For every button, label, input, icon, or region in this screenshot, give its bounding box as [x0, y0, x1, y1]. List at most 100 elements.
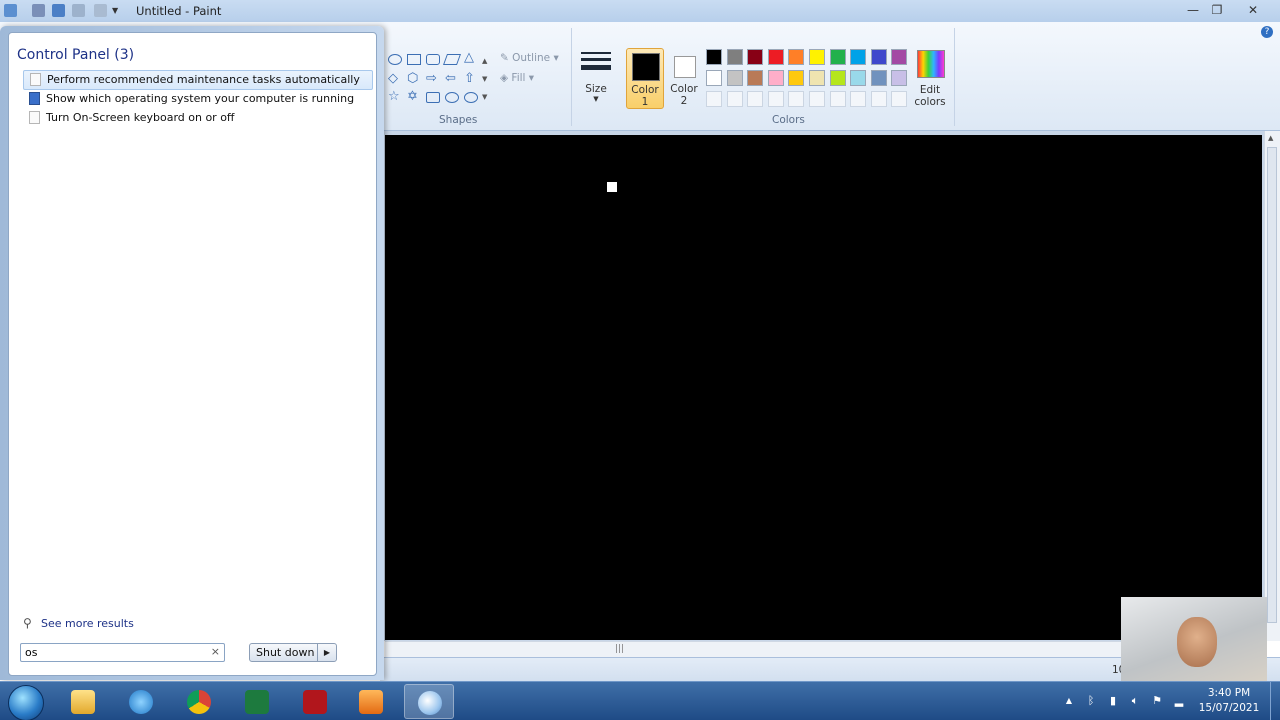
palette-custom-empty-swatch[interactable] — [870, 91, 887, 107]
paint-title-bar: ▼ Untitled - Paint — ❐ ✕ — [0, 0, 1280, 23]
taskbar-windows-explorer[interactable] — [58, 684, 108, 719]
drawing-canvas[interactable] — [385, 135, 1262, 640]
rectangle-shape-icon[interactable] — [407, 54, 421, 65]
volume-icon[interactable]: 🔈︎ — [1128, 694, 1142, 708]
outline-label: Outline — [512, 52, 551, 64]
search-result-os-info[interactable]: Show which operating system your compute… — [23, 90, 371, 108]
palette-custom-empty-swatch[interactable] — [767, 91, 784, 107]
palette-color-swatch[interactable] — [726, 70, 743, 86]
palette-custom-empty-swatch[interactable] — [726, 91, 743, 107]
color2-label: Color 2 — [670, 83, 698, 107]
callout-oval-shape-icon[interactable] — [445, 92, 459, 103]
shapes-gallery-scroll[interactable]: ▲ ▼ ▼ — [482, 52, 491, 108]
triangle-shape-icon[interactable]: △ — [464, 51, 478, 64]
palette-color-swatch[interactable] — [829, 49, 846, 65]
right-arrow-shape-icon[interactable]: ⇨ — [426, 72, 440, 85]
action-center-icon[interactable]: ⚑ — [1150, 694, 1164, 708]
palette-color-swatch[interactable] — [870, 70, 887, 86]
palette-color-swatch[interactable] — [726, 49, 743, 65]
palette-custom-empty-swatch[interactable] — [829, 91, 846, 107]
palette-color-swatch[interactable] — [706, 70, 722, 86]
palette-color-swatch[interactable] — [891, 49, 908, 65]
polygon-shape-icon[interactable] — [442, 54, 462, 65]
results-category-header[interactable]: Control Panel (3) — [17, 47, 134, 63]
palette-color-swatch[interactable] — [788, 70, 805, 86]
palette-color-swatch[interactable] — [747, 70, 764, 86]
palette-color-swatch[interactable] — [850, 49, 867, 65]
palette-color-swatch[interactable] — [767, 70, 784, 86]
palette-color-swatch[interactable] — [829, 70, 846, 86]
palette-custom-empty-swatch[interactable] — [788, 91, 805, 107]
minimize-button[interactable]: — — [1180, 1, 1206, 19]
clear-search-icon[interactable]: × — [211, 645, 220, 658]
clock-date: 15/07/2021 — [1198, 702, 1260, 714]
palette-custom-empty-swatch[interactable] — [706, 91, 722, 107]
search-result-onscreen-keyboard[interactable]: Turn On-Screen keyboard on or off — [23, 109, 371, 127]
palette-color-swatch[interactable] — [809, 70, 825, 86]
help-icon[interactable]: ? — [1261, 26, 1273, 38]
star-shape-icon[interactable]: ☆ — [388, 90, 402, 103]
oval-shape-icon[interactable] — [388, 54, 402, 65]
taskbar-chrome[interactable] — [174, 684, 224, 719]
palette-custom-empty-swatch[interactable] — [891, 91, 908, 107]
hexagon-shape-icon[interactable]: ⬡ — [407, 72, 421, 85]
start-search-box[interactable]: × — [20, 643, 225, 662]
palette-color-swatch[interactable] — [706, 49, 722, 65]
scroll-up-arrow-icon[interactable]: ▲ — [1268, 134, 1273, 142]
palette-color-swatch[interactable] — [767, 49, 784, 65]
palette-color-swatch[interactable] — [870, 49, 887, 65]
size-line-thick-icon — [581, 65, 611, 70]
shutdown-options-arrow-icon[interactable]: ▶ — [317, 644, 336, 661]
shutdown-button[interactable]: Shut down ▶ — [249, 643, 337, 662]
palette-color-swatch[interactable] — [747, 49, 764, 65]
desktop: ▼ Untitled - Paint — ❐ ✕ ? △ ◇ ⬡ ⇨ ⇦ ⇧ ☆… — [0, 0, 1280, 720]
search-result-maintenance[interactable]: Perform recommended maintenance tasks au… — [23, 70, 373, 90]
save-icon[interactable] — [32, 4, 45, 17]
vertical-scrollbar[interactable]: ▲ — [1264, 131, 1280, 641]
redo-icon[interactable] — [72, 4, 85, 17]
edit-colors-label: Edit colors — [914, 84, 946, 108]
callout-rect-shape-icon[interactable] — [426, 92, 440, 103]
search-input[interactable] — [25, 645, 205, 660]
up-arrow-shape-icon[interactable]: ⇧ — [464, 72, 478, 85]
undo-icon[interactable] — [52, 4, 65, 17]
customize-qat-icon[interactable]: ▼ — [112, 4, 120, 17]
start-button[interactable] — [8, 685, 44, 720]
color2-button[interactable]: Color 2 — [666, 48, 704, 109]
palette-color-swatch[interactable] — [788, 49, 805, 65]
network-signal-icon[interactable]: ▂ — [1172, 694, 1186, 708]
taskbar-media-player[interactable] — [346, 684, 396, 719]
rounded-rectangle-shape-icon[interactable] — [426, 54, 440, 65]
callout-cloud-shape-icon[interactable] — [464, 92, 478, 103]
restore-button[interactable]: ❐ — [1204, 1, 1230, 19]
fill-label: Fill — [511, 72, 526, 84]
palette-custom-empty-swatch[interactable] — [850, 91, 867, 107]
vertical-scroll-thumb[interactable] — [1267, 147, 1277, 623]
show-desktop-button[interactable] — [1270, 682, 1280, 720]
taskbar-paint[interactable] — [404, 684, 454, 719]
bluetooth-icon[interactable]: ᛒ — [1084, 694, 1098, 708]
battery-icon[interactable]: ▮ — [1106, 694, 1120, 708]
taskbar-acrobat[interactable] — [290, 684, 340, 719]
show-hidden-icons-icon[interactable]: ▲ — [1062, 694, 1076, 708]
palette-color-swatch[interactable] — [809, 49, 825, 65]
internet-explorer-icon — [129, 690, 153, 714]
palette-color-swatch[interactable] — [891, 70, 908, 86]
diamond-shape-icon[interactable]: ◇ — [388, 72, 402, 85]
palette-color-swatch[interactable] — [850, 70, 867, 86]
taskbar-excel[interactable] — [232, 684, 282, 719]
close-button[interactable]: ✕ — [1240, 1, 1266, 19]
palette-custom-empty-swatch[interactable] — [747, 91, 764, 107]
outline-dropdown[interactable]: ✎ Outline ▾ — [500, 52, 559, 64]
color1-button[interactable]: Color 1 — [626, 48, 664, 109]
system-clock[interactable]: 3:40 PM 15/07/2021 — [1196, 686, 1262, 716]
palette-custom-empty-swatch[interactable] — [809, 91, 825, 107]
fill-dropdown[interactable]: ◈ Fill ▾ — [500, 72, 534, 84]
left-arrow-shape-icon[interactable]: ⇦ — [445, 72, 459, 85]
star-six-shape-icon[interactable]: ✡ — [407, 90, 421, 103]
horizontal-scroll-grip[interactable]: ||| — [615, 644, 624, 654]
paint-menu-icon[interactable] — [4, 4, 17, 17]
taskbar-internet-explorer[interactable] — [116, 684, 166, 719]
size-button[interactable]: Size ▼ — [580, 52, 612, 103]
edit-colors-button[interactable]: Edit colors — [912, 50, 948, 110]
